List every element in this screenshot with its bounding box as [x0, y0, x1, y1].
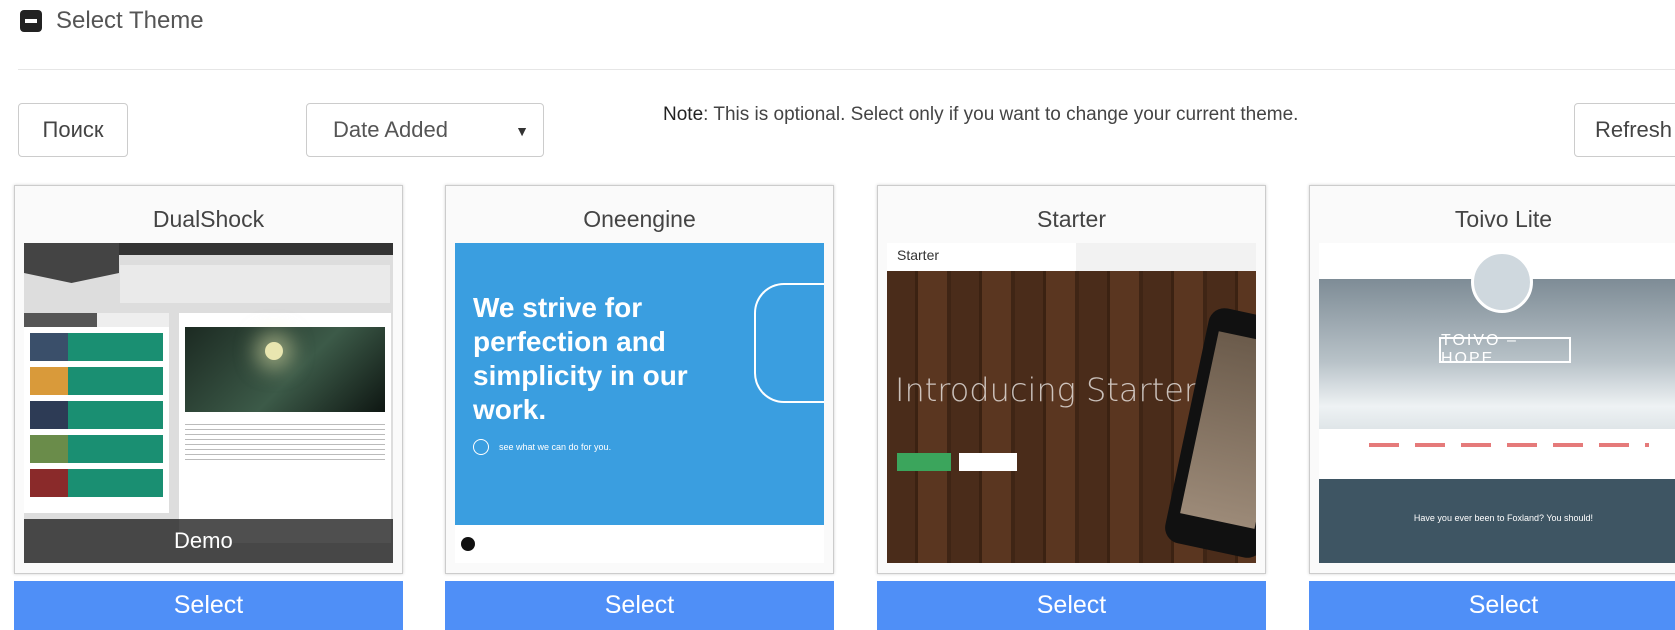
section-header[interactable]: Select Theme [20, 6, 204, 36]
arrow-circle-icon [473, 439, 489, 455]
preview-topbar: Starter [887, 243, 1256, 271]
preview-brand: Starter [897, 247, 940, 263]
theme-preview[interactable]: We strive for perfection and simplicity … [455, 243, 824, 563]
note-prefix: Note [663, 104, 704, 125]
preview-main [179, 313, 391, 543]
refresh-button[interactable]: Refresh [1574, 103, 1675, 157]
divider [18, 69, 1675, 70]
demo-overlay[interactable]: Demo [24, 519, 393, 563]
select-theme-button[interactable]: Select [445, 581, 834, 630]
theme-name: DualShock [152, 206, 265, 232]
keyboard-illustration-icon [754, 283, 824, 403]
avatar [1471, 251, 1533, 313]
collapse-icon[interactable] [20, 10, 42, 32]
theme-name: Toivo Lite [1454, 206, 1553, 232]
sort-select[interactable]: Date Added ▼ [306, 103, 544, 157]
preview-headline: We strive for perfection and simplicity … [473, 292, 688, 425]
preview-title: TOIVO – HOPE [1439, 332, 1571, 367]
chevron-down-icon: ▼ [515, 123, 529, 139]
optional-note: Note: This is optional. Select only if y… [663, 104, 1298, 126]
preview-footer-text: Have you ever been to Foxland? You shoul… [1413, 513, 1594, 523]
preview-button [897, 453, 951, 471]
sort-select-value: Date Added [333, 117, 448, 142]
theme-card-toivo-lite[interactable]: Toivo Lite TOIVO – HOPE Have you ever be… [1309, 185, 1675, 574]
theme-card-oneengine[interactable]: Oneengine We strive for perfection and s… [445, 185, 834, 574]
theme-card-dualshock[interactable]: DualShock Demo [14, 185, 403, 574]
section-title: Select Theme [56, 7, 204, 34]
select-theme-button[interactable]: Select [1309, 581, 1675, 630]
preview-sidebar [24, 313, 169, 513]
preview-subtext: see what we can do for you. [473, 439, 611, 455]
select-theme-button[interactable]: Select [14, 581, 403, 630]
theme-card-starter[interactable]: Starter Starter Introducing Starter [877, 185, 1266, 574]
search-button[interactable]: Поиск [18, 103, 128, 157]
preview-banner [120, 265, 390, 303]
theme-preview[interactable]: Starter Introducing Starter [887, 243, 1256, 563]
preview-headline: Introducing Starter [895, 371, 1198, 409]
preview-logo [24, 243, 119, 283]
preview-nav [1076, 243, 1256, 271]
preview-menu [1319, 429, 1675, 479]
preview-menu-items [1369, 443, 1649, 447]
preview-footer-nav [455, 525, 824, 563]
logo-icon [461, 537, 475, 551]
theme-name: Oneengine [583, 206, 696, 232]
preview-button [959, 453, 1017, 471]
note-text: : This is optional. Select only if you w… [703, 104, 1299, 125]
select-theme-button[interactable]: Select [877, 581, 1266, 630]
theme-preview[interactable]: Demo [24, 243, 393, 563]
theme-name: Starter [1036, 206, 1107, 232]
theme-preview[interactable]: TOIVO – HOPE Have you ever been to Foxla… [1319, 243, 1675, 563]
